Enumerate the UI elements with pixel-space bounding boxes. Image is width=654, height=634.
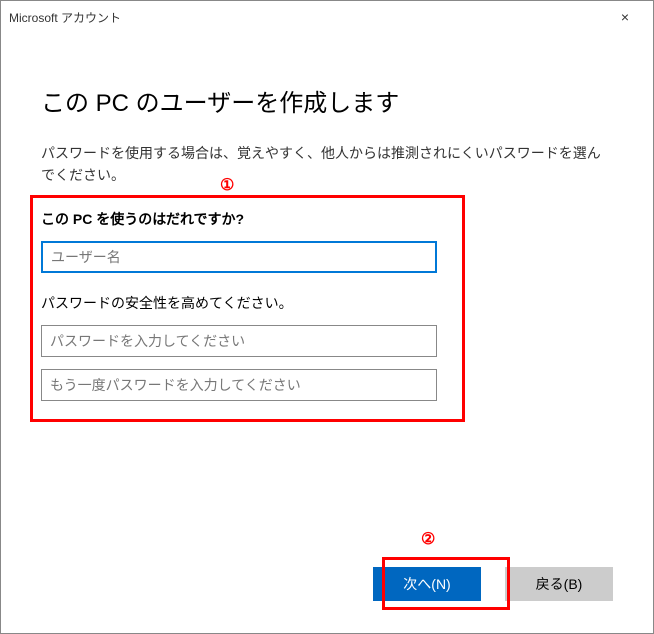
close-button[interactable]: × bbox=[605, 3, 645, 31]
window-title: Microsoft アカウント bbox=[9, 9, 605, 26]
main-content: この PC のユーザーを作成します パスワードを使用する場合は、覚えやすく、他人… bbox=[1, 33, 653, 413]
next-button[interactable]: 次へ(N) bbox=[373, 567, 481, 601]
page-heading: この PC のユーザーを作成します bbox=[41, 83, 613, 118]
username-input[interactable] bbox=[41, 241, 437, 273]
back-button[interactable]: 戻る(B) bbox=[505, 567, 613, 601]
password-confirm-input[interactable] bbox=[41, 369, 437, 401]
password-input[interactable] bbox=[41, 325, 437, 357]
page-description: パスワードを使用する場合は、覚えやすく、他人からは推測されにくいパスワードを選ん… bbox=[41, 142, 613, 187]
button-bar: 次へ(N) 戻る(B) bbox=[373, 567, 613, 601]
close-icon: × bbox=[621, 9, 629, 25]
username-label: この PC を使うのはだれですか? bbox=[41, 209, 613, 229]
annotation-marker-2: ② bbox=[421, 529, 435, 549]
password-section-label: パスワードの安全性を高めてください。 bbox=[41, 293, 613, 313]
titlebar: Microsoft アカウント × bbox=[1, 1, 653, 33]
form-section: この PC を使うのはだれですか? パスワードの安全性を高めてください。 bbox=[41, 195, 613, 413]
